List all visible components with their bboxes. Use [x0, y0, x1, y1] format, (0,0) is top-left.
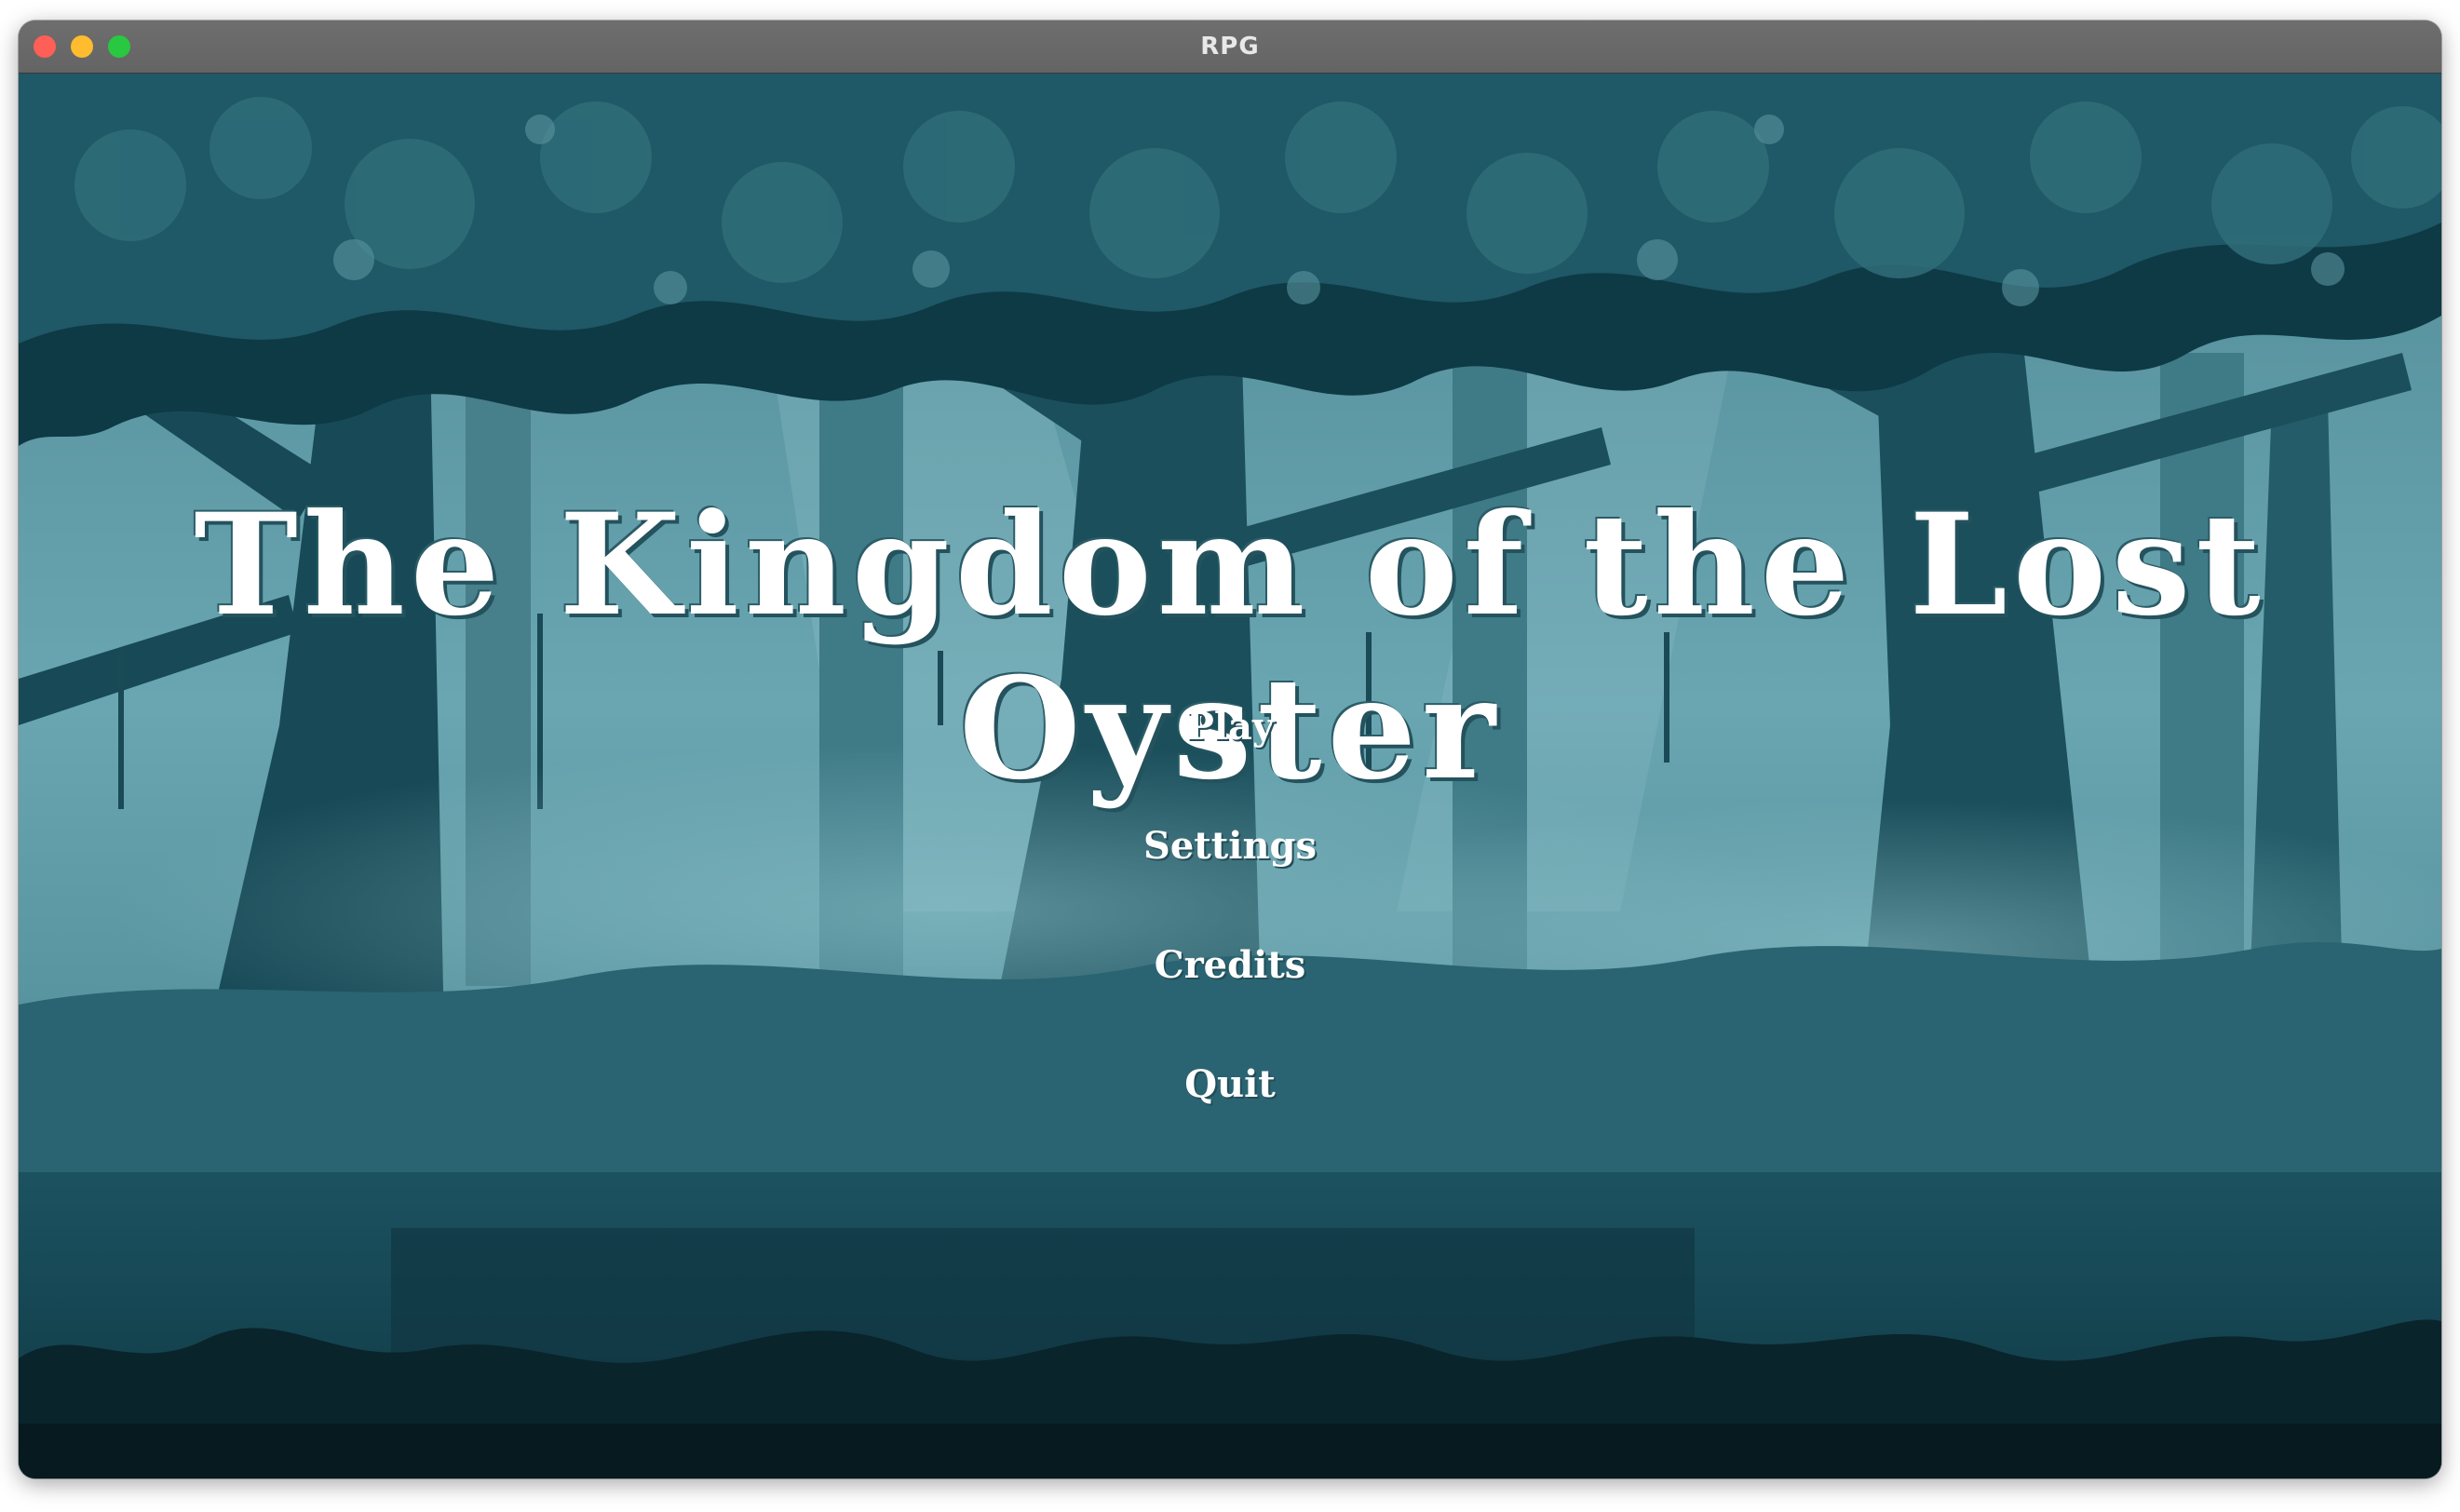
quit-menu-item[interactable]: Quit: [19, 1062, 2441, 1106]
quit-label[interactable]: Quit: [1166, 1057, 1294, 1112]
forest-background: The Kingdom of the Lost Oyster Play Sett…: [19, 74, 2441, 1478]
credits-menu-item[interactable]: Credits: [19, 943, 2441, 987]
settings-menu-item[interactable]: Settings: [19, 824, 2441, 868]
window-title: RPG: [1200, 33, 1260, 61]
settings-label[interactable]: Settings: [1125, 818, 1335, 873]
game-window: RPG The Kingdom of the Lost Oyster Play …: [19, 20, 2441, 1478]
game-title: The Kingdom of the Lost Oyster: [194, 483, 2266, 811]
credits-label[interactable]: Credits: [1136, 938, 1325, 992]
title-bar[interactable]: RPG: [19, 20, 2441, 74]
play-menu-item[interactable]: Play: [19, 705, 2441, 749]
play-label[interactable]: Play: [1168, 699, 1292, 754]
